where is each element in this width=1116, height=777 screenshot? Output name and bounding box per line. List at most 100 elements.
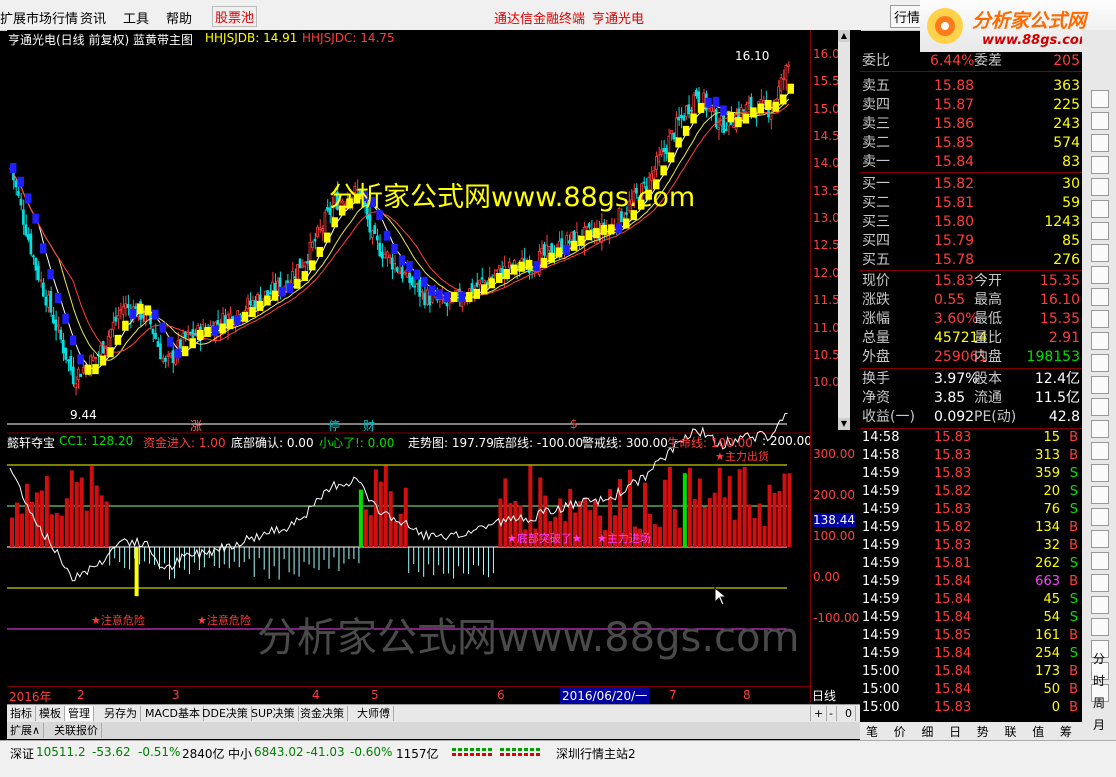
tick-price: 15.83 — [934, 430, 972, 445]
zoom-out-button[interactable]: - — [826, 706, 837, 721]
candle-body — [368, 214, 372, 233]
candle-body — [166, 354, 170, 357]
toolbar-tool-icon[interactable] — [1091, 508, 1109, 526]
tab-template[interactable]: 模板 — [36, 706, 65, 721]
bottom-tab[interactable]: 势 — [977, 723, 989, 740]
tick-time: 14:58 — [862, 448, 900, 463]
candle-body — [418, 278, 421, 297]
kline-chart-area[interactable]: 亨通光电(日线 前复权) 蓝黄带主图 HHJSJDB: 14.91 HHJSJD… — [7, 30, 812, 686]
candle-body — [184, 331, 187, 338]
tick-time: 14:59 — [862, 628, 900, 643]
expand-button[interactable]: 扩展∧ — [7, 723, 45, 738]
toolbar-tool-icon[interactable] — [1091, 310, 1109, 328]
band-block — [503, 269, 510, 280]
band-block — [226, 319, 234, 330]
menu-news[interactable]: 资讯 — [80, 8, 106, 27]
vertical-scrollbar[interactable]: ▲ ▼ — [838, 30, 850, 430]
toolbar-tool-icon[interactable] — [1091, 552, 1109, 570]
candle-body — [660, 149, 663, 155]
toolbar-tool-icon[interactable] — [1091, 420, 1109, 438]
reset-button[interactable]: 0 — [842, 706, 856, 721]
toolbar-tool-icon[interactable] — [1091, 618, 1109, 636]
period-switch[interactable]: 时 — [1093, 672, 1105, 689]
linked-quote-button[interactable]: 关联报价 — [51, 723, 102, 738]
toolbar-tool-icon[interactable] — [1091, 90, 1109, 108]
toolbar-tool-icon[interactable] — [1091, 134, 1109, 152]
menu-tools[interactable]: 工具 — [123, 8, 149, 27]
toolbar-tool-icon[interactable] — [1091, 178, 1109, 196]
link-stock[interactable]: 亨通光电 — [592, 8, 644, 27]
toolbar-tool-icon[interactable] — [1091, 112, 1109, 130]
tab-sup[interactable]: SUP决策 — [248, 706, 299, 721]
bottom-tab[interactable]: 日 — [949, 723, 961, 740]
toolbar-tool-icon[interactable] — [1091, 530, 1109, 548]
toolbar-tool-icon[interactable] — [1091, 398, 1109, 416]
period-switch[interactable]: 周 — [1093, 694, 1105, 711]
candle-body — [141, 314, 145, 319]
tab-save-as[interactable]: 另存为 — [101, 706, 141, 721]
tick-time: 15:00 — [862, 664, 900, 679]
main-force-in-note: ★主力进场 — [597, 532, 651, 545]
server-station[interactable]: 深圳行情主站2 — [556, 745, 636, 762]
menu-help[interactable]: 帮助 — [166, 8, 192, 27]
candle-body — [81, 366, 85, 374]
candle-body — [408, 273, 412, 283]
ask-row: 卖二 15.85 574 — [860, 134, 1082, 153]
high-price-label: 16.10 — [735, 49, 770, 63]
period-switch[interactable]: 月 — [1093, 716, 1105, 733]
period-switch[interactable]: 分 — [1093, 650, 1105, 667]
scroll-up-icon[interactable]: ▲ — [838, 30, 850, 42]
bottom-tab[interactable]: 值 — [1032, 723, 1044, 740]
toolbar-tool-icon[interactable] — [1091, 244, 1109, 262]
toolbar-tool-icon[interactable] — [1091, 222, 1109, 240]
tab-master[interactable]: 大师傅 — [354, 706, 394, 721]
candle-body — [22, 209, 25, 225]
toolbar-tool-icon[interactable] — [1091, 156, 1109, 174]
ask-volume: 83 — [1062, 154, 1080, 170]
candle-body — [321, 228, 324, 232]
band-block — [17, 176, 24, 187]
bottom-tab[interactable]: 筹 — [1060, 723, 1072, 740]
toolbar-tool-icon[interactable] — [1091, 574, 1109, 592]
toolbar-tool-icon[interactable] — [1091, 266, 1109, 284]
link-terminal[interactable]: 通达信金融终端 — [494, 8, 585, 27]
tick-volume: 15 — [1043, 430, 1060, 445]
bottom-tab[interactable]: 细 — [921, 723, 933, 740]
toolbar-tool-icon[interactable] — [1091, 332, 1109, 350]
toolbar-tool-icon[interactable] — [1091, 376, 1109, 394]
bottom-tab[interactable]: 价 — [894, 723, 906, 740]
band-block — [765, 99, 772, 110]
candle-body — [712, 105, 716, 113]
bottom-tab[interactable]: 联 — [1005, 723, 1017, 740]
zoom-in-button[interactable]: + — [810, 706, 828, 721]
toolbar-tool-icon[interactable] — [1091, 288, 1109, 306]
tick-side: B — [1069, 682, 1078, 697]
tab-fund[interactable]: 资金决策 — [297, 706, 348, 721]
tick-row: 14:59 15.82 134 B — [860, 519, 1082, 537]
toolbar-tool-icon[interactable] — [1091, 354, 1109, 372]
toolbar-tool-icon[interactable] — [1091, 464, 1109, 482]
candle-body — [674, 117, 678, 138]
tab-macd[interactable]: MACD基本 — [142, 706, 204, 721]
menu-extended-market[interactable]: 扩展市场行情 — [0, 8, 78, 27]
band-block — [518, 261, 525, 272]
band-block — [488, 278, 495, 289]
menu-stock-pool[interactable]: 股票池 — [212, 6, 258, 27]
bottom-tab[interactable]: 笔 — [866, 723, 878, 740]
tab-manage[interactable]: 管理 — [65, 706, 94, 721]
tab-dde[interactable]: DDE决策 — [199, 706, 252, 721]
toolbar-tool-icon[interactable] — [1091, 442, 1109, 460]
bid-volume: 1243 — [1044, 214, 1080, 230]
scroll-down-icon[interactable]: ▼ — [838, 418, 850, 430]
toolbar-tool-icon[interactable] — [1091, 200, 1109, 218]
band-block — [69, 335, 77, 346]
candle-body — [378, 242, 382, 257]
candle-body — [395, 267, 399, 272]
toolbar-tool-icon[interactable] — [1091, 486, 1109, 504]
sub-bar — [752, 517, 757, 547]
quote-button[interactable]: 行情 — [890, 5, 925, 28]
sub-bar — [687, 467, 692, 547]
tab-indicator[interactable]: 指标 — [7, 706, 36, 721]
band-block — [578, 235, 585, 246]
toolbar-tool-icon[interactable] — [1091, 596, 1109, 614]
